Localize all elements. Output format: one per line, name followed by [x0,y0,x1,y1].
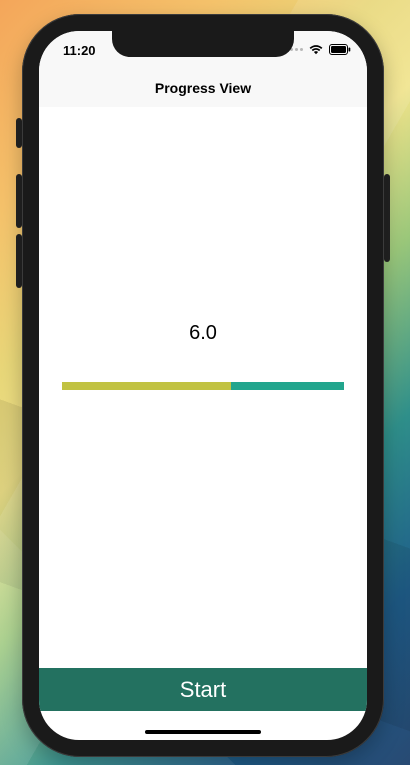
home-indicator[interactable] [145,730,261,734]
start-button[interactable]: Start [39,668,367,711]
progress-bar-fill [62,382,232,390]
wifi-icon [309,44,323,55]
phone-screen: 11:20 Progress View 6.0 Start [39,31,367,740]
notch [112,31,294,57]
power-button [384,174,390,262]
page-title: Progress View [154,80,252,96]
battery-icon [329,44,351,55]
progress-value-label: 6.0 [189,322,217,344]
status-time: 11:20 [63,43,96,58]
status-icons [285,44,351,55]
navigation-bar: Progress View [39,75,367,107]
progress-bar [62,382,344,390]
